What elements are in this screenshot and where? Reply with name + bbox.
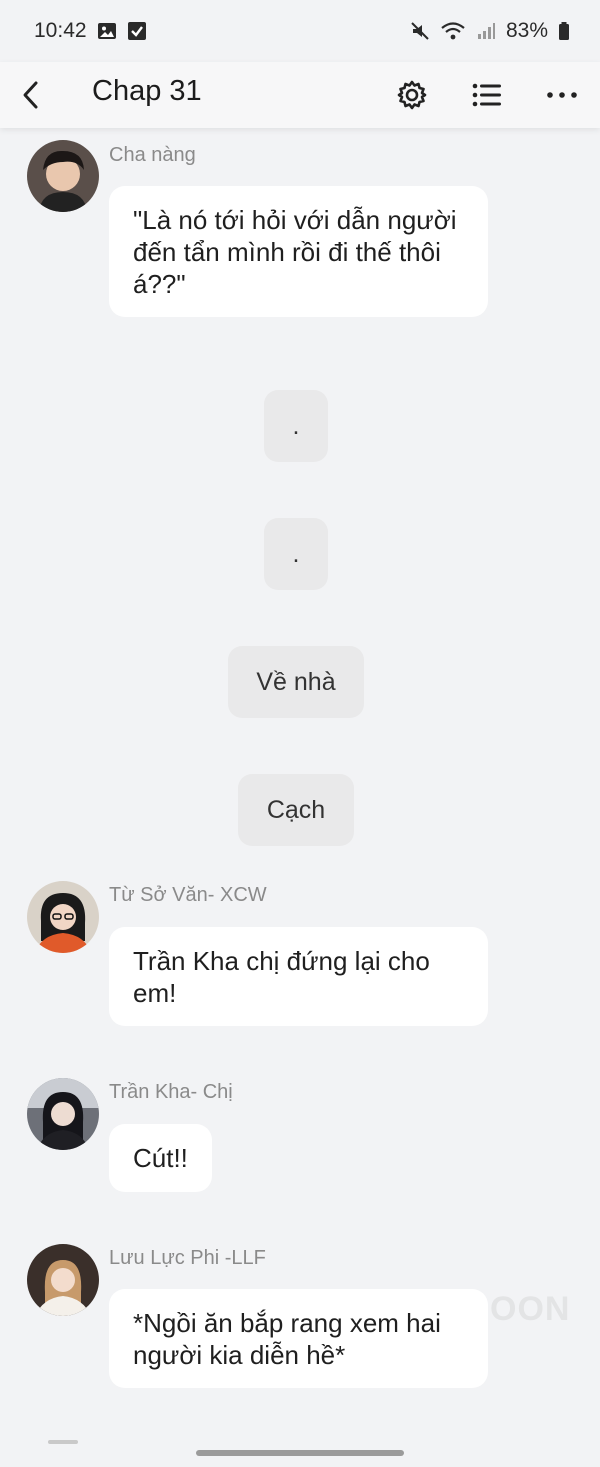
battery-icon xyxy=(558,21,570,41)
checkbox-icon xyxy=(127,21,147,41)
sender-name: Lưu Lực Phi -LLF xyxy=(109,1247,266,1269)
settings-gear-icon[interactable] xyxy=(390,73,434,117)
message-bubble: Trần Kha chị đứng lại cho em! xyxy=(109,927,488,1026)
partial-avatar xyxy=(48,1440,78,1444)
home-indicator[interactable] xyxy=(196,1450,404,1456)
sender-name: Cha nàng xyxy=(109,144,196,166)
narration-bubble: Về nhà xyxy=(228,646,364,718)
avatar[interactable] xyxy=(27,1078,99,1150)
message-bubble: Cút!! xyxy=(109,1124,212,1192)
more-icon[interactable] xyxy=(540,73,584,117)
page-title: Chap 31 xyxy=(92,75,202,107)
signal-icon xyxy=(476,21,496,41)
avatar[interactable] xyxy=(27,1244,99,1316)
narration-bubble: Cạch xyxy=(238,774,354,846)
battery-percent: 83% xyxy=(505,19,548,42)
mute-icon xyxy=(410,21,430,41)
status-time: 10:42 xyxy=(34,19,87,42)
sender-name: Từ Sở Văn- XCW xyxy=(109,884,267,906)
chapter-header: Chap 31 xyxy=(0,62,600,128)
watermark: OON xyxy=(490,1290,571,1328)
sender-name: Trần Kha- Chị xyxy=(109,1081,233,1103)
back-arrow-icon[interactable] xyxy=(14,71,46,119)
avatar[interactable] xyxy=(27,881,99,953)
wifi-icon xyxy=(440,21,466,41)
image-icon xyxy=(97,21,117,41)
list-icon[interactable] xyxy=(465,73,509,117)
narration-bubble: . xyxy=(264,518,328,590)
message-bubble: *Ngồi ăn bắp rang xem hai người kia diễn… xyxy=(109,1289,488,1388)
status-bar: 10:42 83% xyxy=(0,0,600,62)
narration-bubble: . xyxy=(264,390,328,462)
message-bubble: "Là nó tới hỏi với dẫn người đến tẩn mìn… xyxy=(109,186,488,317)
avatar[interactable] xyxy=(27,140,99,212)
